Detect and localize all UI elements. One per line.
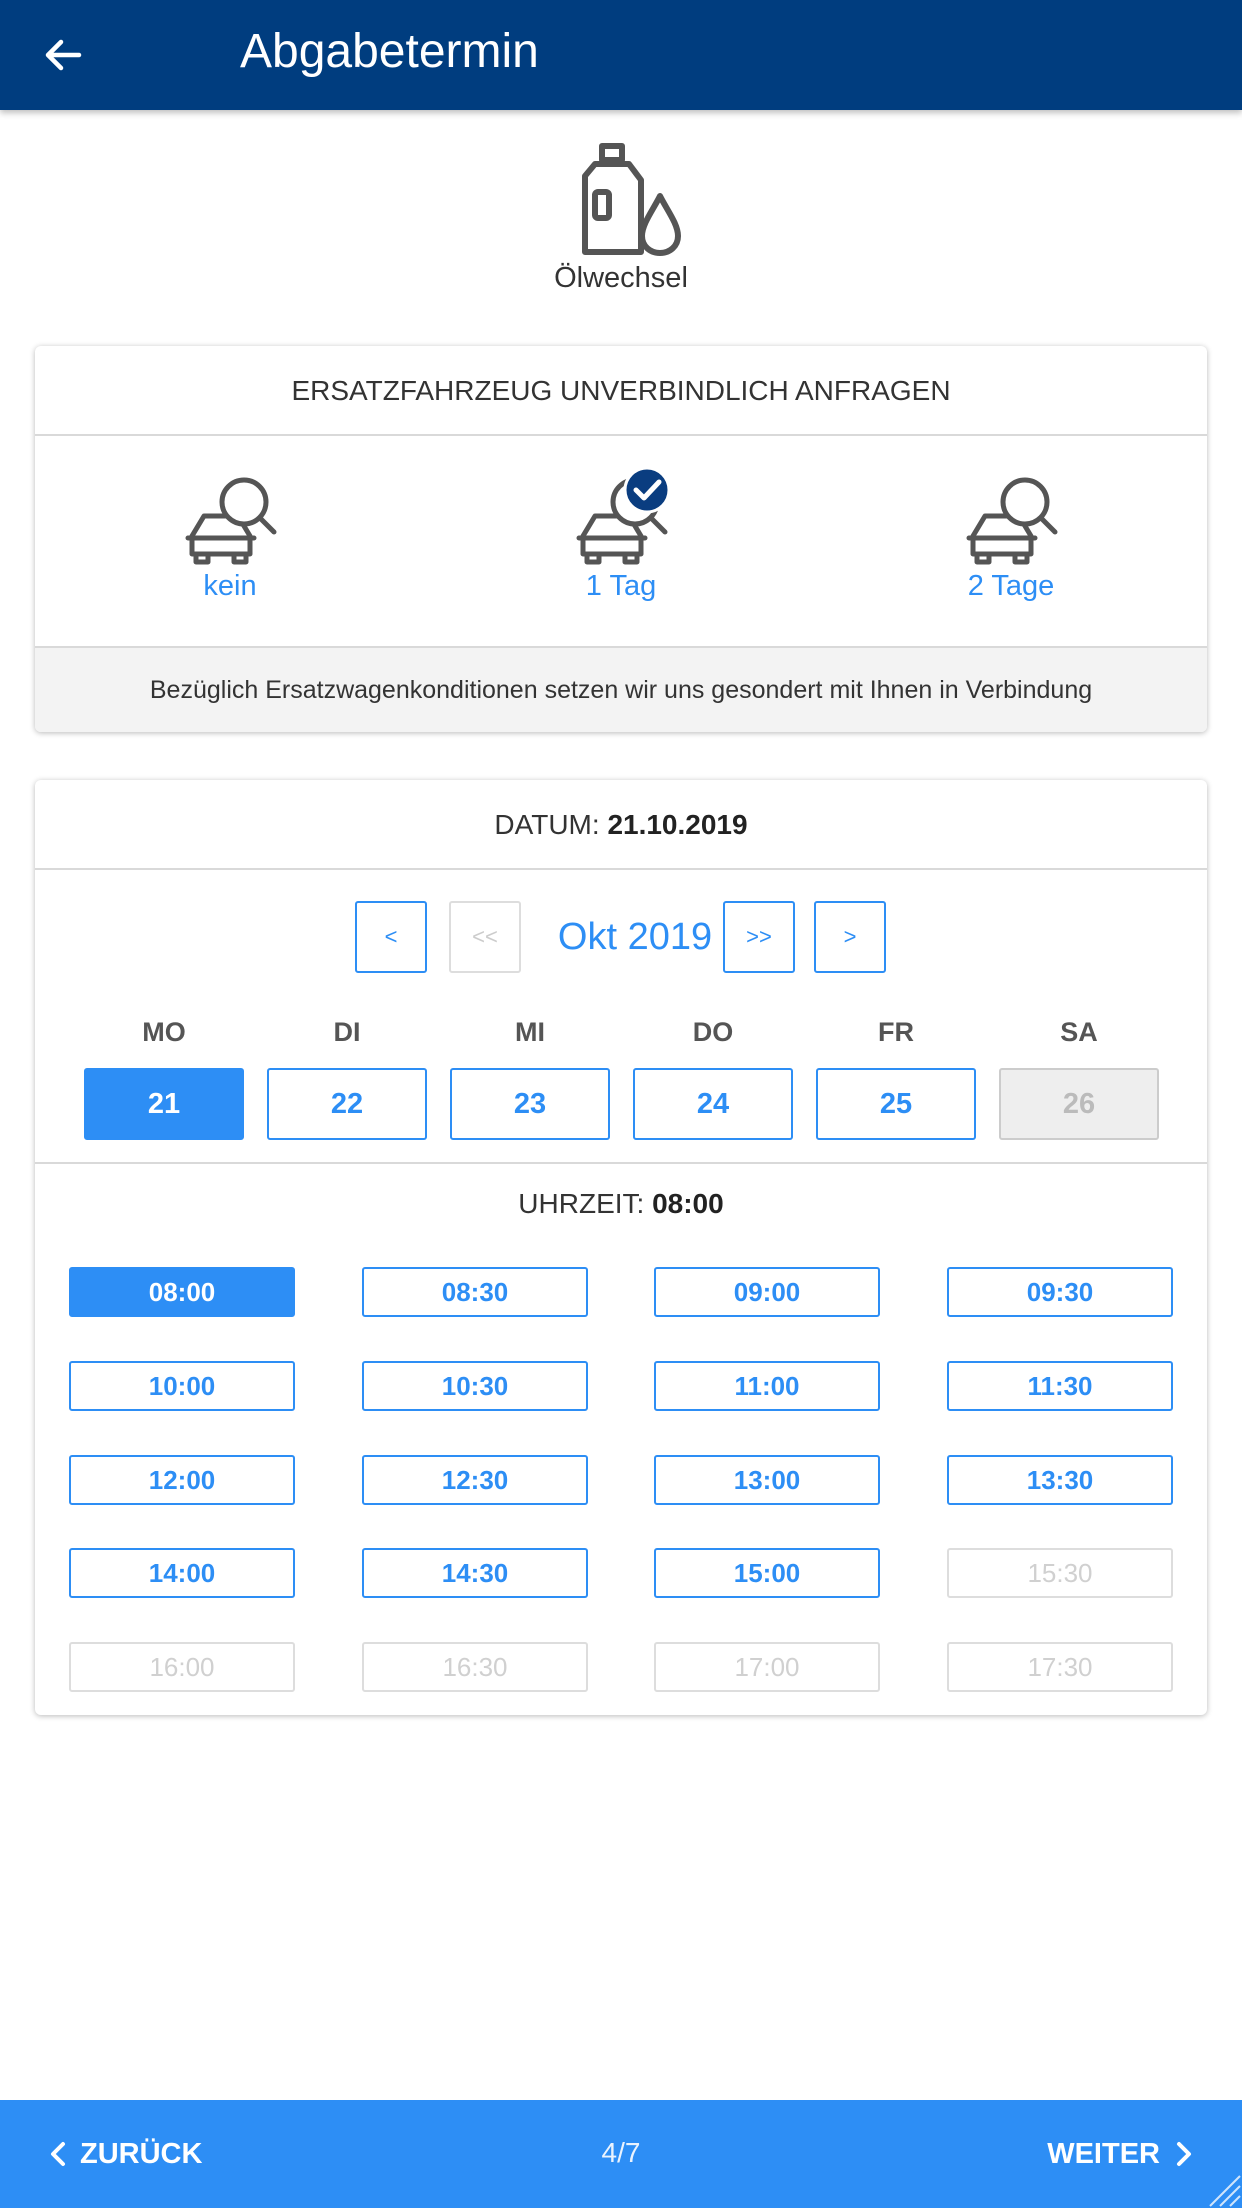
time-slot-button[interactable]: 14:00 [69, 1548, 295, 1598]
month-navigation: < << Okt 2019 >> > [35, 901, 1207, 973]
resize-grip-icon [1209, 2175, 1241, 2207]
footer-bar: ZURÜCK 4/7 WEITER [0, 2100, 1242, 2208]
time-label: UHRZEIT: [518, 1188, 645, 1219]
time-slot-button[interactable]: 12:00 [69, 1455, 295, 1505]
time-value: 08:00 [652, 1188, 724, 1219]
time-slot-button: 17:00 [654, 1642, 880, 1692]
divider [35, 1162, 1207, 1164]
replacement-vehicle-card: ERSATZFAHRZEUG UNVERBINDLICH ANFRAGEN ke… [35, 346, 1207, 732]
next-step-button[interactable]: WEITER [1047, 2100, 1194, 2208]
replacement-option-none[interactable]: kein [80, 436, 380, 646]
time-slot-button: 17:30 [947, 1642, 1173, 1692]
step-indicator: 4/7 [601, 2137, 641, 2168]
time-slot-button[interactable]: 09:30 [947, 1267, 1173, 1317]
weekday-label: MI [515, 1017, 545, 1047]
back-button[interactable] [30, 22, 96, 88]
replacement-option-2-days[interactable]: 2 Tage [861, 436, 1161, 646]
next-step-label: WEITER [1047, 2137, 1160, 2170]
back-step-label: ZURÜCK [80, 2137, 203, 2170]
app-header: Abgabetermin [0, 0, 1242, 110]
date-label: DATUM: [494, 809, 600, 840]
replacement-option-label: 1 Tag [585, 570, 657, 602]
time-slot-button[interactable]: 10:30 [362, 1361, 588, 1411]
day-button[interactable]: 24 [633, 1068, 793, 1140]
time-slot-button[interactable]: 08:30 [362, 1267, 588, 1317]
replacement-note: Bezüglich Ersatzwagenkonditionen setzen … [35, 646, 1207, 732]
time-slot-button[interactable]: 11:30 [947, 1361, 1173, 1411]
weekday-label: MO [142, 1017, 186, 1047]
day-button[interactable]: 21 [84, 1068, 244, 1140]
time-slot-button[interactable]: 10:00 [69, 1361, 295, 1411]
chevron-right-icon [1177, 2142, 1191, 2166]
time-slot-button[interactable]: 09:00 [654, 1267, 880, 1317]
replacement-options: kein 1 Tag 2 Tage [35, 436, 1207, 646]
arrow-left-icon [45, 39, 82, 71]
current-month: Okt 2019 [557, 916, 713, 958]
time-header: UHRZEIT: 08:00 [35, 1188, 1207, 1220]
date-value: 21.10.2019 [607, 809, 748, 840]
service-label: Ölwechsel [554, 262, 688, 294]
car-search-icon [966, 477, 1058, 565]
weekday-label: FR [878, 1017, 914, 1047]
chevron-left-icon [51, 2142, 65, 2166]
replacement-option-1-day[interactable]: 1 Tag [471, 436, 771, 646]
appointment-card: DATUM: 21.10.2019 < << Okt 2019 >> > MO … [35, 780, 1207, 1715]
day-button[interactable]: 25 [816, 1068, 976, 1140]
replacement-option-label: 2 Tage [967, 570, 1055, 602]
next-year-button[interactable]: >> [723, 901, 795, 973]
day-button[interactable]: 22 [267, 1068, 427, 1140]
back-step-button[interactable]: ZURÜCK [48, 2100, 202, 2208]
replacement-option-label: kein [203, 570, 257, 602]
day-button[interactable]: 23 [450, 1068, 610, 1140]
time-slot-button: 16:30 [362, 1642, 588, 1692]
time-slot-button[interactable]: 13:30 [947, 1455, 1173, 1505]
weekday-label: SA [1060, 1017, 1098, 1047]
car-search-icon [576, 468, 671, 565]
next-month-button[interactable]: > [814, 901, 886, 973]
check-badge-icon [623, 468, 671, 514]
time-slot-button[interactable]: 13:00 [654, 1455, 880, 1505]
car-search-icon [185, 477, 277, 565]
time-slot-button[interactable]: 12:30 [362, 1455, 588, 1505]
time-slot-button: 15:30 [947, 1548, 1173, 1598]
replacement-title: ERSATZFAHRZEUG UNVERBINDLICH ANFRAGEN [35, 346, 1207, 436]
prev-month-button[interactable]: < [355, 901, 427, 973]
oil-canister-icon [582, 143, 681, 256]
page-title: Abgabetermin [240, 25, 539, 78]
time-slot-button[interactable]: 15:00 [654, 1548, 880, 1598]
service-summary: Ölwechsel [0, 140, 1242, 295]
time-slot-button[interactable]: 14:30 [362, 1548, 588, 1598]
prev-year-button[interactable]: << [449, 901, 521, 973]
time-slot-button[interactable]: 08:00 [69, 1267, 295, 1317]
time-slot-button: 16:00 [69, 1642, 295, 1692]
weekday-label: DI [333, 1017, 361, 1047]
day-button: 26 [999, 1068, 1159, 1140]
time-slot-button[interactable]: 11:00 [654, 1361, 880, 1411]
weekday-label: DO [692, 1017, 734, 1047]
date-header: DATUM: 21.10.2019 [35, 780, 1207, 870]
